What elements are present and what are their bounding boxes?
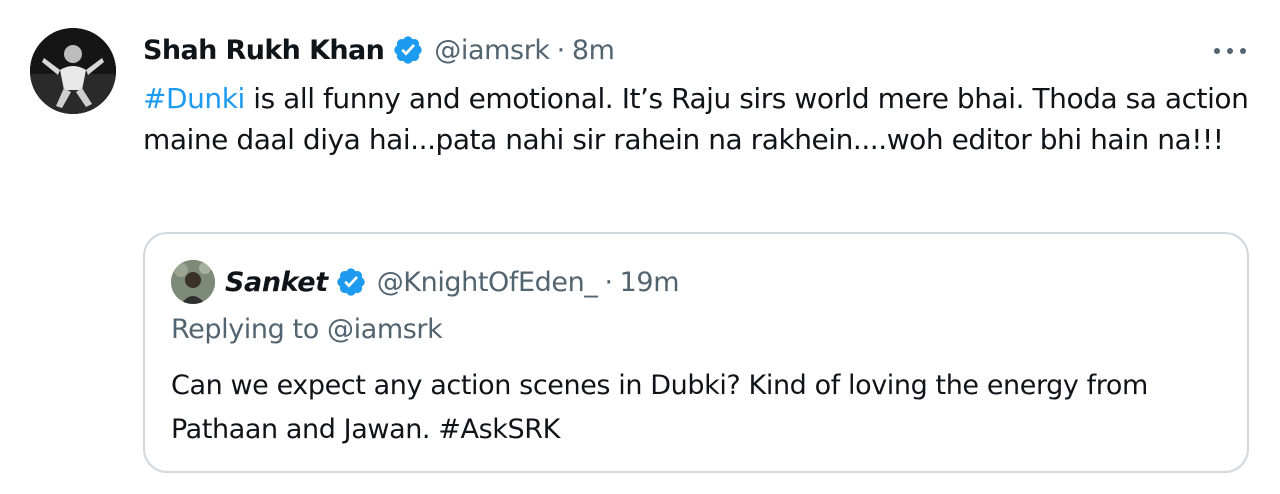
more-horizontal-icon (1214, 48, 1246, 54)
separator-dot: · (556, 34, 566, 66)
tweet-time[interactable]: 8m (572, 35, 615, 66)
tweet-text: #Dunki is all funny and emotional. It’s … (143, 78, 1253, 160)
replying-to-label: Replying to @iamsrk (171, 314, 443, 345)
hashtag-link[interactable]: #Dunki (143, 82, 245, 115)
quote-author-name[interactable]: Sanket (225, 267, 328, 298)
quote-avatar-image (171, 260, 215, 304)
author-handle[interactable]: @iamsrk (434, 35, 550, 66)
separator-dot: · (604, 266, 613, 298)
quote-author-handle[interactable]: @KnightOfEden_ (377, 267, 598, 298)
tweet-body-text: is all funny and emotional. It’s Raju si… (143, 82, 1249, 156)
quote-author-avatar[interactable] (171, 260, 215, 304)
more-options-button[interactable] (1210, 36, 1250, 66)
author-avatar[interactable] (30, 28, 116, 114)
author-avatar-image (30, 28, 116, 114)
verified-badge-icon[interactable] (392, 34, 424, 66)
author-name[interactable]: Shah Rukh Khan (143, 35, 385, 66)
quote-text: Can we expect any action scenes in Dubki… (171, 370, 1148, 445)
quote-time[interactable]: 19m (620, 267, 680, 298)
tweet-card[interactable]: Shah Rukh Khan @iamsrk · 8m #Dunki is al… (0, 0, 1280, 494)
verified-badge-icon[interactable] (335, 266, 367, 298)
tweet-header: Shah Rukh Khan @iamsrk · 8m (143, 30, 615, 70)
quoted-tweet[interactable]: Sanket @KnightOfEden_ · 19m Replying to … (143, 232, 1249, 473)
quote-header: Sanket @KnightOfEden_ · 19m (171, 260, 680, 304)
